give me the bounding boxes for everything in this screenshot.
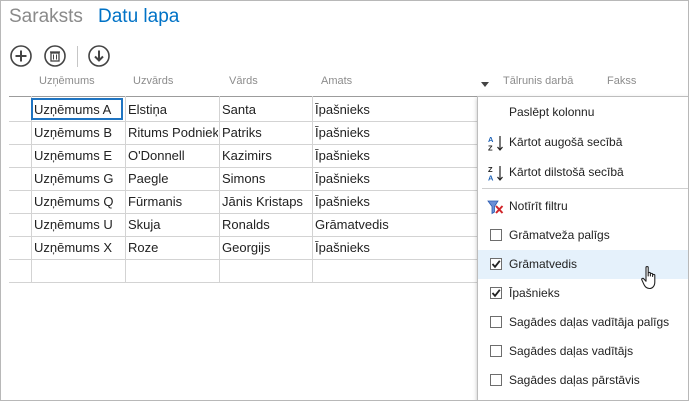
cell-first-name[interactable]: Kazimirs — [222, 144, 310, 167]
cell-last-name[interactable]: O'Donnell — [128, 144, 218, 167]
cell-job-title[interactable]: Īpašnieks — [315, 167, 475, 190]
cell-last-name[interactable]: Roze — [128, 236, 218, 259]
cell-company[interactable]: Uzņēmums X — [34, 236, 123, 259]
delete-icon — [44, 45, 66, 67]
hide-column-menu-item[interactable]: Paslēpt kolonnu — [478, 98, 688, 127]
menu-item-label: Paslēpt kolonnu — [509, 105, 595, 119]
cell-first-name[interactable]: Ronalds — [222, 213, 310, 236]
menu-divider — [482, 188, 688, 189]
tab-list-view[interactable]: Saraksts — [9, 6, 83, 28]
cell-last-name[interactable]: Elstiņa — [128, 98, 218, 121]
hand-pointer-cursor-icon — [641, 266, 656, 290]
grid-col-line — [219, 96, 220, 282]
sort-descending-menu-item[interactable]: Z A Kārtot dilstošā secībā — [478, 158, 688, 187]
filter-checkbox[interactable] — [490, 316, 502, 328]
cell-first-name[interactable]: Santa — [222, 98, 310, 121]
cell-company[interactable]: Uzņēmums B — [34, 121, 123, 144]
svg-text:A: A — [488, 174, 494, 183]
filter-option-label: Sagādes daļas vadītāja palīgs — [509, 315, 670, 329]
column-header-fax[interactable]: Fakss — [607, 75, 636, 87]
toolbar-separator — [77, 46, 78, 67]
filter-option-item[interactable]: Sagādes daļas vadītāja palīgs — [478, 308, 688, 337]
grid-col-line — [312, 96, 313, 282]
filter-checkbox[interactable] — [490, 374, 502, 386]
delete-item-button[interactable] — [44, 45, 66, 67]
cell-company[interactable]: Uzņēmums U — [34, 213, 123, 236]
filter-option-item[interactable]: Sagādes daļas pārstāvis — [478, 366, 688, 395]
filter-option-label: Īpašnieks — [509, 286, 560, 300]
grid-col-line — [125, 96, 126, 282]
cell-company[interactable]: Uzņēmums G — [34, 167, 123, 190]
datasheet-view: Saraksts Datu lapa Uzņēmums Uzvārds Vārd… — [0, 0, 689, 401]
filter-checkbox[interactable] — [490, 229, 502, 241]
grid-col-line — [31, 96, 32, 282]
column-header-job-title[interactable]: Amats — [321, 75, 352, 87]
cell-job-title[interactable]: Īpašnieks — [315, 121, 475, 144]
cell-job-title[interactable]: Īpašnieks — [315, 144, 475, 167]
column-header-last-name[interactable]: Uzvārds — [133, 75, 173, 87]
checkmark-icon — [491, 289, 501, 298]
filter-option-label: Sagādes daļas vadītājs — [509, 344, 634, 358]
cell-job-title[interactable]: Īpašnieks — [315, 98, 475, 121]
menu-item-label: Notīrīt filtru — [509, 199, 568, 213]
sort-descending-icon: Z A — [488, 165, 503, 183]
cell-job-title[interactable]: Īpašnieks — [315, 236, 475, 259]
tab-datasheet-view[interactable]: Datu lapa — [98, 6, 179, 28]
menu-item-label: Kārtot dilstošā secībā — [509, 165, 624, 179]
cell-last-name[interactable]: Paegle — [128, 167, 218, 190]
filter-option-label: Grāmatvedis — [509, 257, 578, 271]
add-icon — [10, 45, 32, 67]
cell-company[interactable]: Uzņēmums Q — [34, 190, 123, 213]
filter-option-item[interactable]: Grāmatveža palīgs — [478, 221, 688, 250]
cell-job-title[interactable]: Grāmatvedis — [315, 213, 475, 236]
filter-option-label: Grāmatveža palīgs — [509, 228, 610, 242]
sort-ascending-menu-item[interactable]: A Z Kārtot augošā secībā — [478, 128, 688, 157]
column-menu-dropdown-icon[interactable] — [481, 82, 489, 87]
column-header-business-phone[interactable]: Tālrunis darbā — [503, 75, 573, 87]
svg-text:Z: Z — [488, 144, 493, 153]
filter-checkbox[interactable] — [490, 345, 502, 357]
clear-filter-icon — [487, 200, 504, 215]
active-cell-outline — [31, 98, 123, 120]
add-item-button[interactable] — [10, 45, 32, 67]
column-filter-menu: Paslēpt kolonnu A Z Kārtot augošā secībā… — [477, 96, 688, 400]
checkmark-icon — [491, 260, 501, 269]
filter-option-item[interactable]: Sagādes daļas vadītājs — [478, 337, 688, 366]
column-header-company[interactable]: Uzņēmums — [39, 75, 95, 87]
cell-first-name[interactable]: Simons — [222, 167, 310, 190]
download-icon — [88, 45, 110, 67]
cell-first-name[interactable]: Georgijs — [222, 236, 310, 259]
cell-last-name[interactable]: Ritums Podnieks — [128, 121, 218, 144]
clear-filter-menu-item[interactable]: Notīrīt filtru — [478, 192, 688, 221]
column-header-first-name[interactable]: Vārds — [229, 75, 258, 87]
menu-item-label: Kārtot augošā secībā — [509, 135, 623, 149]
cell-last-name[interactable]: Skuja — [128, 213, 218, 236]
cell-company[interactable]: Uzņēmums E — [34, 144, 123, 167]
filter-checkbox-checked[interactable] — [490, 287, 502, 299]
filter-checkbox-checked[interactable] — [490, 258, 502, 270]
cell-first-name[interactable]: Patriks — [222, 121, 310, 144]
filter-option-label: Sagādes daļas pārstāvis — [509, 373, 640, 387]
sort-ascending-icon: A Z — [488, 135, 503, 153]
cell-last-name[interactable]: Fūrmanis — [128, 190, 218, 213]
cell-first-name[interactable]: Jānis Kristaps — [222, 190, 310, 213]
download-button[interactable] — [88, 45, 110, 67]
cell-job-title[interactable]: Īpašnieks — [315, 190, 475, 213]
